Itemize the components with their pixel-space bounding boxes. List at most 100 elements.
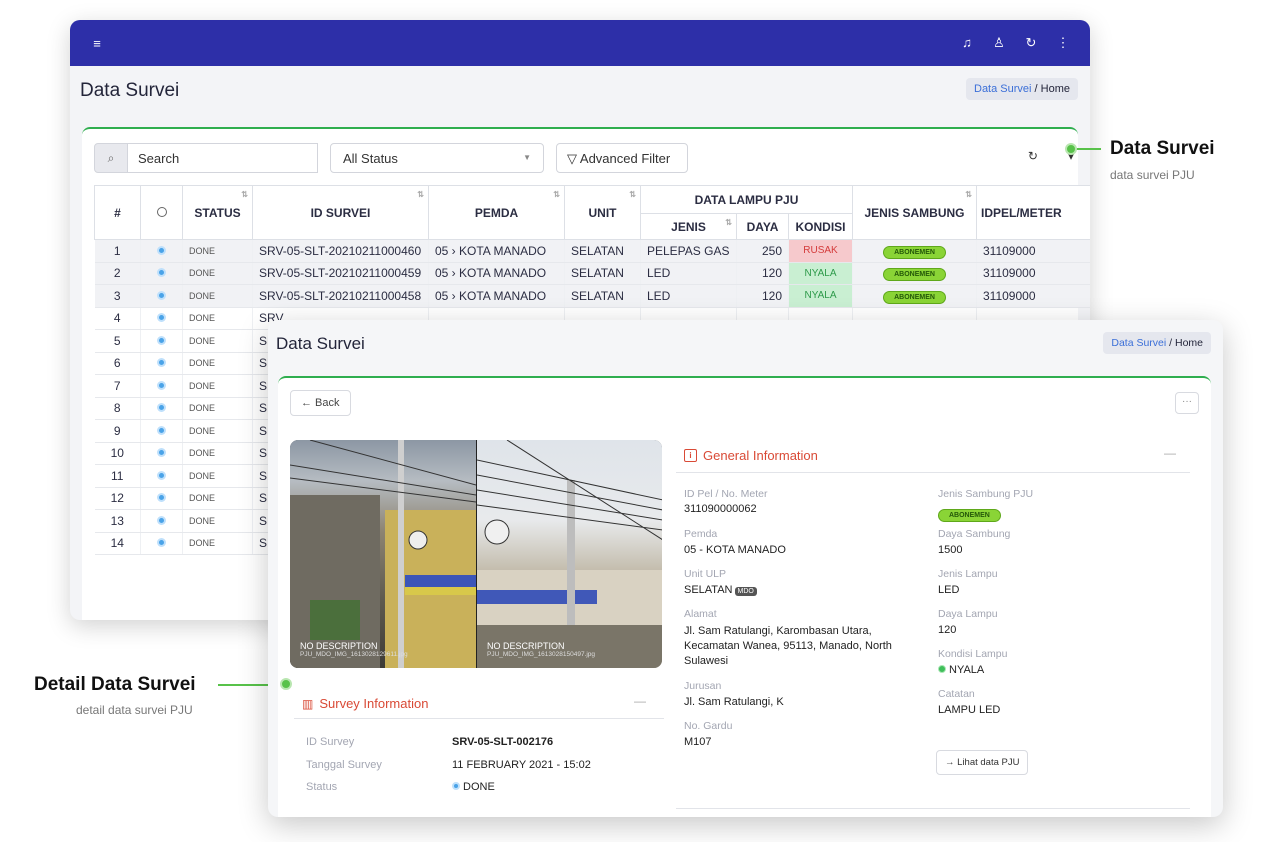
col-jenis-sambung[interactable]: JENIS SAMBUNG ⇅ [852, 185, 977, 240]
top-bar: ≡ ♫ ♙ ↻ ⋮ [70, 20, 1090, 66]
col-unit-label: UNIT [588, 205, 617, 220]
annotation-title: Data Survei [1110, 138, 1215, 159]
bell-icon[interactable]: ♫ [952, 35, 982, 51]
annotation-dot [1065, 143, 1077, 155]
table-cell-sambung: ABONEMEN [852, 239, 977, 263]
filter-icon: ▽ [567, 151, 577, 166]
refresh-icon[interactable]: ↻ [1028, 149, 1038, 163]
table-cell-kondisi: NYALA [788, 262, 853, 285]
more-vertical-icon[interactable]: ⋮ [1048, 35, 1078, 51]
back-button[interactable]: ← Back [290, 390, 351, 416]
table-cell-status: DONE [182, 532, 253, 555]
table-cell-status: DONE [182, 419, 253, 443]
table-cell-sel [140, 329, 183, 353]
general-information-title: General Information [703, 448, 818, 463]
table-cell-num: 13 [94, 509, 141, 533]
table-cell-num: 1 [94, 239, 141, 263]
col-status[interactable]: STATUS ⇅ [182, 185, 253, 240]
status-select[interactable]: All Status ▼ [330, 143, 544, 173]
annotation-dot [280, 678, 292, 690]
chevron-down-icon: ▼ [523, 153, 531, 162]
detail-card: ← Back ··· NO DESCRIPTION PJU_MDO_IMG_161… [278, 376, 1211, 817]
col-jenis[interactable]: JENIS ⇅ [640, 213, 737, 240]
field-value: 311090000062 [684, 503, 757, 515]
table-cell-sel [140, 397, 183, 420]
search-icon[interactable]: ⌕ [94, 143, 128, 173]
table-cell-jenis: PELEPAS GAS [640, 239, 737, 263]
col-group-data-lampu: DATA LAMPU PJU [640, 185, 853, 214]
field-value: LED [938, 584, 960, 596]
breadcrumb-link[interactable]: Data Survei [974, 83, 1031, 95]
table-cell-id: SRV-05-SLT-20210211000460 [252, 239, 429, 263]
status-dot-icon [157, 538, 166, 548]
table-cell-sel [140, 374, 183, 398]
table-cell-pemda: 05 › KOTA MANADO [428, 262, 565, 285]
status-value: DONE [463, 781, 495, 793]
detail-page-title: Data Survei [276, 334, 365, 353]
sort-icon[interactable]: ⇅ [965, 190, 972, 199]
survey-photo[interactable]: NO DESCRIPTION PJU_MDO_IMG_1613028150497.… [476, 440, 662, 668]
sambung-badge: ABONEMEN [883, 245, 946, 259]
table-cell-sel [140, 532, 183, 555]
field-label: Jenis Lampu [938, 568, 998, 580]
status-dot-icon [938, 665, 946, 673]
field-label: Daya Sambung [938, 528, 1011, 540]
col-status-label: STATUS [194, 205, 241, 220]
field-label: Alamat [684, 608, 717, 620]
sort-icon[interactable]: ⇅ [725, 218, 732, 227]
field-value: DONE [452, 781, 495, 793]
table-row[interactable]: 2 DONE SRV-05-SLT-20210211000459 05 › KOTA … [94, 262, 1090, 285]
sambung-badge: ABONEMEN [883, 268, 946, 282]
col-pemda[interactable]: PEMDA ⇅ [428, 185, 565, 240]
lihat-data-pju-button[interactable]: → Lihat data PJU [936, 750, 1029, 775]
refresh-icon[interactable]: ↻ [1016, 35, 1046, 51]
search-input[interactable]: Search [128, 143, 318, 173]
advanced-filter-button[interactable]: ▽ Advanced Filter [556, 143, 688, 173]
field-label: Status [306, 781, 338, 793]
col-daya[interactable]: DAYA [736, 213, 789, 240]
table-cell-num: 14 [94, 532, 141, 555]
table-row[interactable]: 3 DONE SRV-05-SLT-20210211000458 05 › KOTA … [94, 284, 1090, 308]
status-dot-icon [452, 782, 460, 790]
annotation-detail-subtitle: detail data survei PJU [76, 703, 193, 717]
breadcrumb-link[interactable]: Data Survei [1111, 337, 1166, 349]
table-cell-status: DONE [182, 487, 253, 510]
table-cell-sel [140, 284, 183, 308]
col-idpel[interactable]: IDPEL/METER [976, 185, 1090, 240]
col-select[interactable] [140, 185, 183, 240]
sort-icon[interactable]: ⇅ [629, 190, 636, 199]
status-dot-icon [157, 448, 166, 458]
table-cell-sel [140, 239, 183, 263]
status-dot-icon [157, 245, 166, 255]
sort-icon[interactable]: ⇅ [417, 190, 424, 199]
more-options-button[interactable]: ··· [1175, 392, 1199, 414]
table-cell-num: 7 [94, 374, 141, 398]
col-id-survei[interactable]: ID SURVEI ⇅ [252, 185, 429, 240]
menu-icon[interactable]: ≡ [82, 36, 112, 51]
page-title: Data Survei [80, 80, 180, 101]
col-kondisi[interactable]: KONDISI [788, 213, 853, 240]
table-cell-status: DONE [182, 329, 253, 353]
field-label: Unit ULP [684, 568, 727, 580]
survey-photo[interactable]: NO DESCRIPTION PJU_MDO_IMG_1613028129611.… [290, 440, 476, 668]
sort-icon[interactable]: ⇅ [241, 190, 248, 199]
table-row[interactable]: 1 DONE SRV-05-SLT-20210211000460 05 › KOTA … [94, 239, 1090, 263]
col-unit[interactable]: UNIT ⇅ [564, 185, 641, 240]
status-dot-icon [157, 425, 166, 435]
collapse-survey-button[interactable]: — [634, 694, 646, 708]
annotation-detail-title: Detail Data Survei [34, 674, 196, 695]
photo-scene-icon [290, 440, 476, 668]
table-cell-sel [140, 419, 183, 443]
table-cell-sambung: ABONEMEN [852, 284, 977, 308]
user-icon[interactable]: ♙ [984, 35, 1014, 51]
collapse-general-button[interactable]: — [1164, 446, 1176, 460]
info-icon: i [684, 449, 697, 462]
photo-description: NO DESCRIPTION [487, 641, 565, 651]
status-dot-icon [157, 380, 166, 390]
general-information-header: i General Information [684, 448, 818, 463]
field-value: 11 FEBRUARY 2021 - 15:02 [452, 759, 591, 771]
sort-icon[interactable]: ⇅ [553, 190, 560, 199]
map-icon: ▥ [302, 696, 314, 711]
status-dot-icon [157, 493, 166, 503]
circle-icon[interactable] [156, 206, 167, 217]
